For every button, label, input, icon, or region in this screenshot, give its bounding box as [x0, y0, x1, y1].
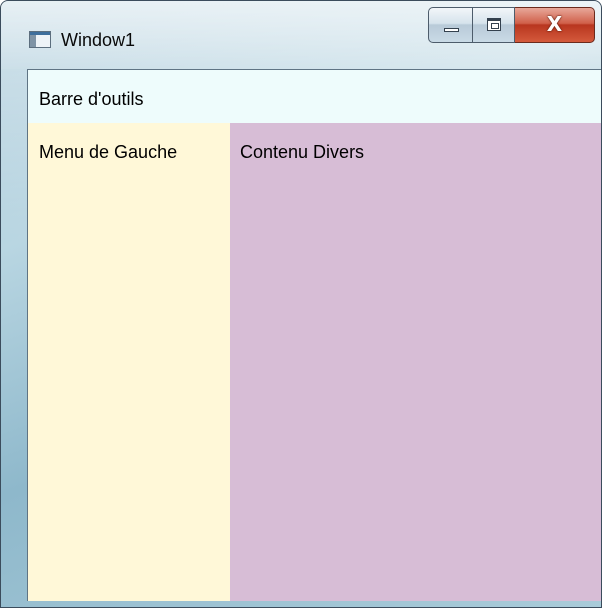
toolbar-label: Barre d'outils [39, 89, 144, 109]
close-icon: X [546, 12, 563, 36]
content-label: Contenu Divers [240, 142, 365, 162]
client-area: Barre d'outils Menu de Gauche Contenu Di… [27, 69, 601, 601]
caption-buttons: X [428, 7, 595, 43]
maximize-button[interactable] [473, 7, 515, 43]
close-button[interactable]: X [515, 7, 595, 43]
toolbar: Barre d'outils [28, 70, 601, 123]
window-title: Window1 [61, 30, 136, 50]
left-menu-label: Menu de Gauche [39, 142, 178, 162]
content-panel: Contenu Divers [230, 123, 601, 601]
maximize-icon [487, 18, 501, 31]
minimize-button[interactable] [428, 7, 473, 43]
minimize-icon [444, 28, 459, 32]
window: Window1 X Barre d'outils Menu de Gauche … [0, 0, 602, 608]
window-icon[interactable] [29, 31, 51, 48]
left-menu: Menu de Gauche [28, 123, 230, 601]
title-bar[interactable]: Window1 X [1, 1, 601, 69]
